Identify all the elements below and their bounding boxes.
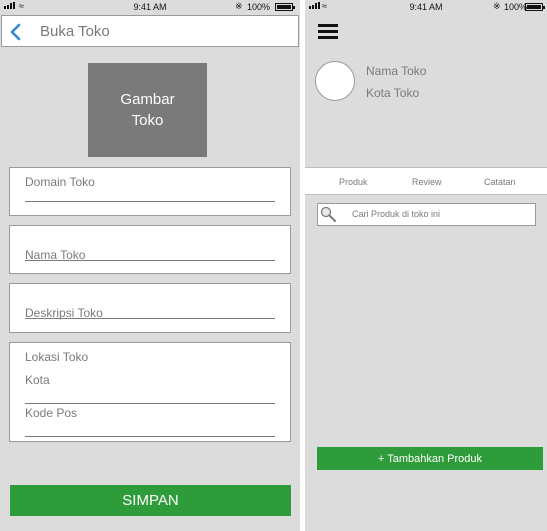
battery-percent: 100% bbox=[247, 2, 271, 12]
store-name: Nama Toko bbox=[366, 64, 427, 78]
store-tabs: Produk Review Catatan bbox=[305, 167, 547, 195]
bluetooth-icon: ※ bbox=[493, 1, 501, 11]
location-section: Lokasi Toko Kota Kode Pos bbox=[9, 342, 291, 442]
store-profile-screen: ≈ 9:41 AM ※ 100% Nama Toko Kota Toko Pro… bbox=[305, 0, 547, 531]
city-field-label[interactable]: Kota bbox=[25, 373, 50, 387]
status-bar: ≈ 9:41 AM ※ 100% bbox=[0, 0, 300, 14]
tab-produk[interactable]: Produk bbox=[339, 177, 368, 187]
hamburger-menu-icon[interactable] bbox=[318, 24, 338, 39]
chevron-left-icon[interactable] bbox=[8, 22, 24, 42]
battery-icon bbox=[525, 3, 545, 11]
battery-percent: 100% bbox=[504, 2, 528, 12]
store-name-field-underline bbox=[25, 260, 275, 261]
store-image-label-line2: Toko bbox=[131, 112, 164, 129]
battery-icon bbox=[275, 3, 295, 11]
page-title: Buka Toko bbox=[40, 23, 110, 40]
postal-code-field-label[interactable]: Kode Pos bbox=[25, 406, 77, 420]
location-section-title: Lokasi Toko bbox=[25, 350, 89, 364]
save-button[interactable]: SIMPAN bbox=[10, 485, 291, 516]
postal-code-field-underline bbox=[25, 436, 275, 437]
add-product-button[interactable]: + Tambahkan Produk bbox=[317, 447, 543, 470]
domain-field-underline bbox=[25, 201, 275, 202]
bluetooth-icon: ※ bbox=[235, 1, 243, 11]
tab-review[interactable]: Review bbox=[412, 177, 442, 187]
search-icon bbox=[320, 206, 336, 222]
store-avatar[interactable] bbox=[315, 61, 355, 101]
tab-catatan[interactable]: Catatan bbox=[484, 177, 516, 187]
description-field-underline bbox=[25, 318, 275, 319]
description-field[interactable]: Deskripsi Toko bbox=[9, 283, 291, 333]
open-store-screen: ≈ 9:41 AM ※ 100% Buka Toko Gambar Toko D… bbox=[0, 0, 300, 531]
search-input[interactable] bbox=[352, 206, 530, 222]
header-bar: Buka Toko bbox=[1, 15, 299, 47]
store-image-label-line1: Gambar bbox=[120, 91, 175, 108]
product-search-box bbox=[317, 203, 536, 226]
status-bar: ≈ 9:41 AM ※ 100% bbox=[305, 0, 547, 14]
city-field-underline bbox=[25, 403, 275, 404]
domain-field-label: Domain Toko bbox=[25, 175, 95, 189]
domain-field[interactable]: Domain Toko bbox=[9, 167, 291, 216]
store-image-placeholder[interactable]: Gambar Toko bbox=[88, 63, 207, 157]
store-city: Kota Toko bbox=[366, 86, 420, 100]
store-name-field[interactable]: Nama Toko bbox=[9, 225, 291, 274]
